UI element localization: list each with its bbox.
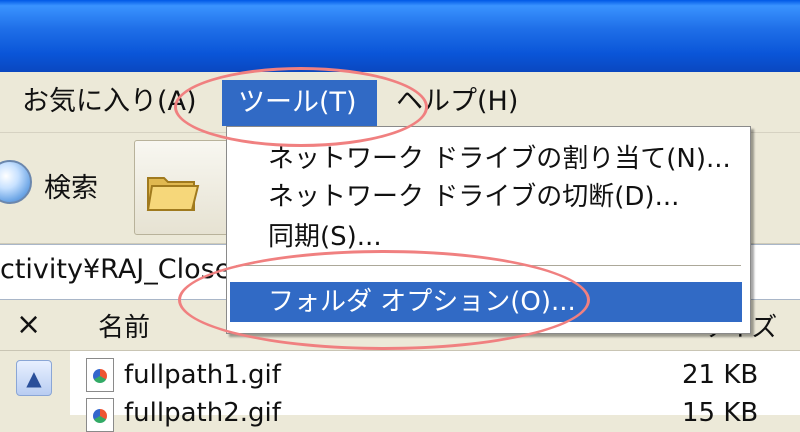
menu-item-disconnect-network-drive[interactable]: ネットワーク ドライブの切断(D)...	[268, 176, 679, 213]
file-gif-icon	[86, 358, 114, 392]
column-header-name[interactable]: 名前	[98, 307, 150, 344]
file-size: 21 KB	[682, 360, 759, 390]
title-bar	[0, 0, 800, 72]
file-name[interactable]: fullpath1.gif	[124, 360, 281, 390]
file-list	[0, 351, 800, 415]
file-size: 15 KB	[682, 398, 759, 428]
file-gif-icon	[86, 398, 114, 432]
annotation-circle-folder-options	[178, 250, 590, 350]
search-label: 検索	[44, 173, 98, 204]
menu-item-synchronize[interactable]: 同期(S)...	[268, 216, 382, 253]
file-name[interactable]: fullpath2.gif	[124, 398, 281, 428]
scroll-up-icon[interactable]: ▲	[16, 360, 52, 396]
menu-favorites[interactable]: お気に入り(A)	[22, 83, 197, 121]
close-panel-button[interactable]: ×	[16, 300, 41, 350]
folders-icon	[146, 177, 200, 211]
annotation-circle-tools	[174, 67, 428, 147]
